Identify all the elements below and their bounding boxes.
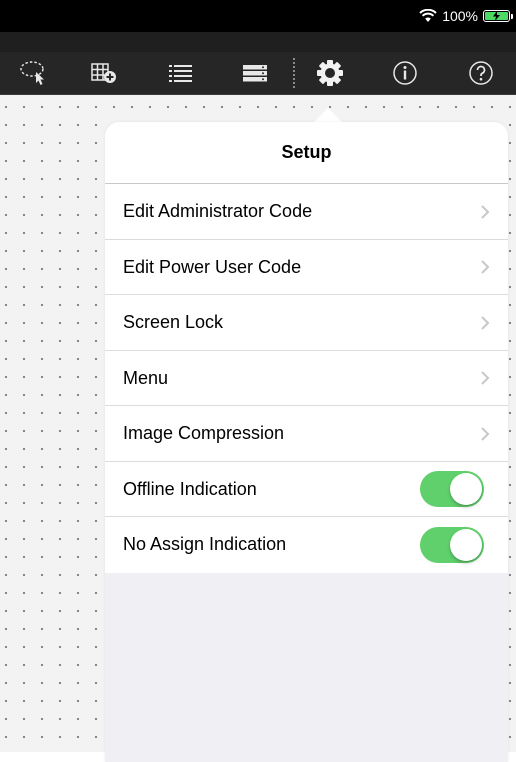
chevron-right-icon [481, 316, 490, 330]
wifi-icon [419, 9, 437, 22]
setup-item-label: Screen Lock [123, 312, 224, 333]
setup-item-image-compression[interactable]: Image Compression [105, 406, 508, 462]
setup-button[interactable] [314, 58, 346, 88]
add-table-button[interactable] [89, 58, 121, 88]
setup-item-menu[interactable]: Menu [105, 350, 508, 406]
lasso-select-button[interactable] [18, 58, 50, 88]
toggle-knob [450, 473, 482, 506]
status-bar: 100% [0, 0, 516, 32]
storage-button[interactable] [239, 58, 271, 88]
info-icon [393, 61, 417, 85]
grid-plus-icon [91, 63, 116, 83]
toolbar-separator [293, 58, 295, 88]
setup-item-screen-lock[interactable]: Screen Lock [105, 295, 508, 351]
list-view-button[interactable] [165, 58, 197, 88]
setup-item-label: Offline Indication [123, 478, 257, 499]
toggle-knob [450, 528, 482, 561]
popover-arrow [314, 108, 342, 122]
no-assign-indication-toggle[interactable] [420, 526, 484, 563]
popover-title: Setup [105, 122, 508, 184]
chevron-right-icon [481, 371, 490, 385]
question-icon [469, 61, 493, 85]
status-indicators: 100% [419, 8, 513, 24]
setup-item-no-assign-indication: No Assign Indication [105, 517, 508, 573]
info-button[interactable] [389, 58, 421, 88]
server-stack-icon [243, 65, 267, 82]
offline-indication-toggle[interactable] [420, 471, 484, 508]
setup-item-label: No Assign Indication [123, 534, 287, 555]
help-button[interactable] [465, 58, 497, 88]
setup-item-edit-administrator-code[interactable]: Edit Administrator Code [105, 184, 508, 240]
setup-item-offline-indication: Offline Indication [105, 461, 508, 517]
gear-icon [317, 60, 343, 86]
battery-percent: 100% [442, 8, 478, 24]
setup-item-edit-power-user-code[interactable]: Edit Power User Code [105, 239, 508, 295]
chevron-right-icon [481, 427, 490, 441]
setup-item-label: Edit Administrator Code [123, 201, 313, 222]
list-icon [169, 65, 192, 82]
setup-item-label: Edit Power User Code [123, 256, 302, 277]
setup-item-label: Menu [123, 367, 169, 388]
battery-charging-icon [483, 10, 513, 22]
app-title-area [0, 32, 516, 52]
chevron-right-icon [481, 260, 490, 274]
toolbar [0, 52, 516, 95]
setup-item-label: Image Compression [123, 423, 285, 444]
setup-menu-list: Edit Administrator Code Edit Power User … [105, 184, 508, 573]
lasso-pointer-icon [20, 61, 44, 85]
chevron-right-icon [481, 205, 490, 219]
setup-popover: Setup Edit Administrator Code Edit Power… [105, 122, 508, 762]
